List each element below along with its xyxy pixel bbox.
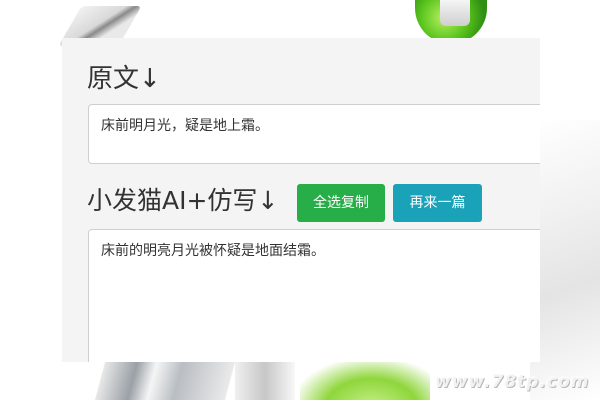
original-heading: 原文↓ [87, 64, 161, 94]
rewrite-heading: 小发猫AI+仿写↓ [87, 186, 279, 215]
background-decoration-bottom-center [235, 362, 295, 400]
site-watermark: www.78tp.com [435, 372, 590, 392]
regenerate-button[interactable]: 再来一篇 [393, 184, 482, 222]
rewrite-tool-panel: 原文↓ 床前明月光，疑是地上霜。 小发猫AI+仿写↓ 全选复制 再来一篇 床前的… [62, 38, 540, 362]
background-decoration-right [530, 120, 600, 400]
background-decoration-bottom-left [94, 362, 236, 400]
original-text-input[interactable]: 床前明月光，疑是地上霜。 [88, 104, 540, 164]
background-decoration-silver-top [440, 0, 470, 26]
rewrite-output-textarea[interactable]: 床前的明亮月光被怀疑是地面结霜。 [88, 229, 540, 362]
copy-all-button[interactable]: 全选复制 [297, 184, 385, 222]
background-decoration-green-bottom [300, 362, 430, 400]
